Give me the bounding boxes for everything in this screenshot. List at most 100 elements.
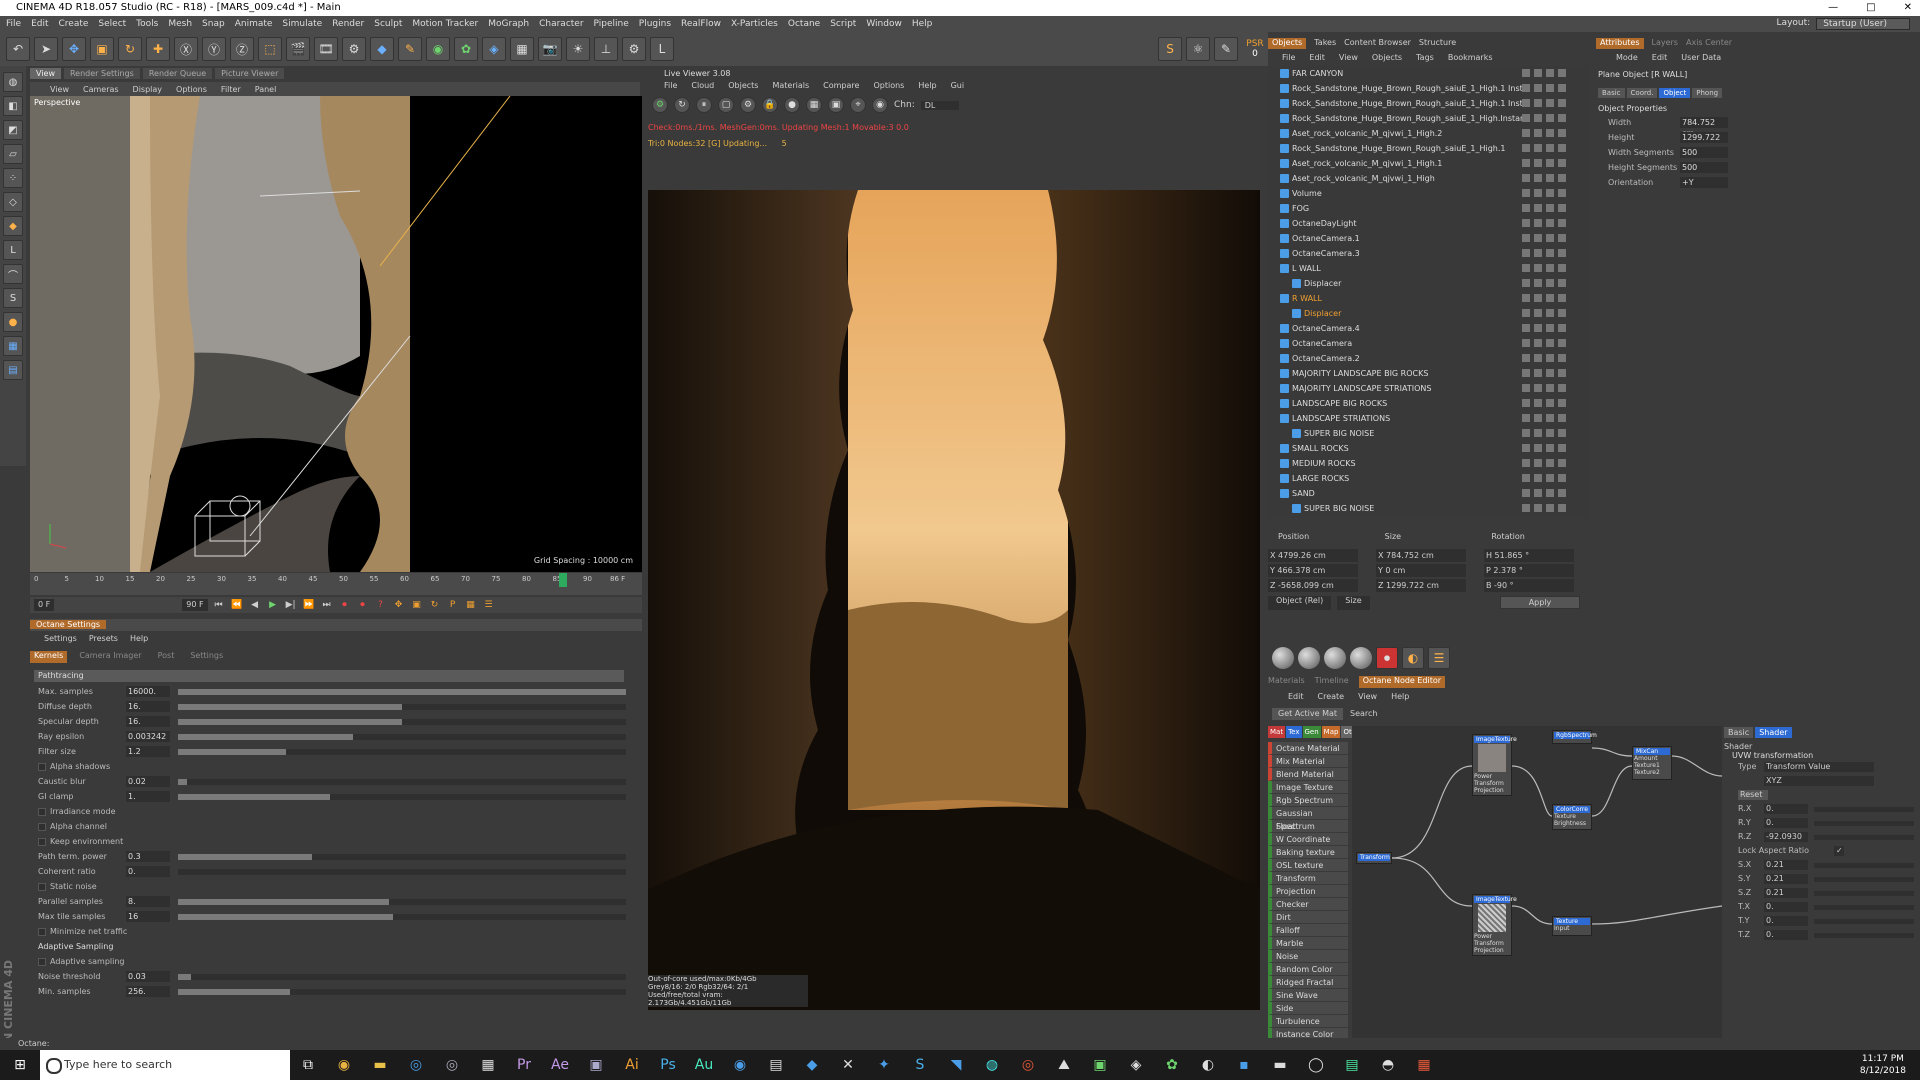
object-flag-icon[interactable]	[1546, 504, 1554, 512]
y-axis-icon[interactable]: Ⓨ	[202, 37, 226, 61]
setting-slider[interactable]	[178, 689, 626, 695]
start-frame-field[interactable]: 0 F	[34, 599, 55, 611]
object-flag-icon[interactable]	[1558, 309, 1566, 317]
tab-content-browser[interactable]: Content Browser	[1344, 38, 1411, 49]
material-ball-4[interactable]	[1350, 647, 1372, 669]
object-flag-icon[interactable]	[1522, 444, 1530, 452]
object-flag-icon[interactable]	[1534, 279, 1542, 287]
object-list-item[interactable]: R WALL	[1268, 291, 1588, 306]
node-category-tab[interactable]: Tex	[1286, 726, 1302, 738]
object-list-item[interactable]: Aset_rock_volcanic_M_qjvwi_1_High.1	[1268, 156, 1588, 171]
lock-workplane-icon[interactable]: L	[650, 37, 674, 61]
shader-tab-basic[interactable]: Basic	[1724, 727, 1754, 738]
setting-checkbox[interactable]	[38, 823, 46, 831]
node-type-item[interactable]: Image Texture	[1268, 781, 1348, 794]
object-list-item[interactable]: L WALL	[1268, 261, 1588, 276]
object-list-item[interactable]: Volume	[1268, 186, 1588, 201]
lock-aspect-checkbox[interactable]: ✓	[1834, 846, 1844, 856]
object-flag-icon[interactable]	[1546, 219, 1554, 227]
model-mode-icon[interactable]: ◧	[3, 96, 23, 116]
play-icon[interactable]: ▶	[266, 599, 280, 611]
graph-node[interactable]: ImageTexture Power Transform Projection	[1472, 894, 1517, 956]
undo-icon[interactable]: ↶	[6, 37, 30, 61]
object-flag-icon[interactable]	[1558, 174, 1566, 182]
app-icon-20[interactable]: ▦	[1406, 1050, 1442, 1080]
shader-value-slider[interactable]	[1814, 821, 1914, 826]
channel-dropdown[interactable]: DL	[920, 100, 960, 110]
setting-value-field[interactable]: 0.3	[126, 851, 170, 862]
app-icon-7[interactable]: ◥	[938, 1050, 974, 1080]
coordinate-mode-dropdown[interactable]: Object (Rel)	[1268, 596, 1332, 610]
lv-menu-file[interactable]: File	[664, 81, 677, 93]
object-flag-icon[interactable]	[1522, 204, 1530, 212]
get-active-mat-button[interactable]: Get Active Mat	[1272, 708, 1344, 720]
shader-value-field[interactable]: 0.	[1764, 804, 1808, 814]
object-list-item[interactable]: SMALL ROCKS	[1268, 441, 1588, 456]
object-flag-icon[interactable]	[1546, 474, 1554, 482]
graph-node[interactable]: Transform	[1356, 852, 1392, 864]
graph-node[interactable]: Texture Input	[1552, 916, 1592, 936]
tab-axis-center[interactable]: Axis Center	[1686, 38, 1732, 49]
go-to-start-icon[interactable]: ⏮	[212, 599, 226, 611]
object-flag-icon[interactable]	[1534, 444, 1542, 452]
menu-x-particles[interactable]: X-Particles	[731, 19, 778, 29]
object-flag-icon[interactable]	[1534, 174, 1542, 182]
menu-simulate[interactable]: Simulate	[282, 19, 322, 29]
node-type-item[interactable]: Noise	[1268, 950, 1348, 963]
object-list-item[interactable]: Displacer	[1268, 306, 1588, 321]
object-flag-icon[interactable]	[1558, 324, 1566, 332]
material-list-icon[interactable]: ☰	[1428, 647, 1450, 669]
lv-menu-cloud[interactable]: Cloud	[691, 81, 714, 93]
object-flag-icon[interactable]	[1546, 339, 1554, 347]
object-flag-icon[interactable]	[1534, 84, 1542, 92]
menu-realflow[interactable]: RealFlow	[681, 19, 721, 29]
app-icon-5[interactable]: ◆	[794, 1050, 830, 1080]
shader-value-field[interactable]: 0.	[1764, 930, 1808, 940]
sculpt-icon[interactable]: ●	[3, 312, 23, 332]
setting-value-field[interactable]: 1.2	[126, 746, 170, 757]
tab-camera-imager[interactable]: Camera Imager	[75, 651, 145, 663]
object-flag-icon[interactable]	[1546, 444, 1554, 452]
object-flag-icon[interactable]	[1522, 309, 1530, 317]
ne-menu-view[interactable]: View	[1358, 692, 1377, 704]
record-icon[interactable]: ⏺	[338, 599, 352, 611]
minimize-button[interactable]: —	[1828, 0, 1838, 16]
rotate-icon[interactable]: ↻	[118, 37, 142, 61]
octane-settings-icon[interactable]: ✎	[1214, 37, 1238, 61]
coordinate-field[interactable]: Z -5658.099 cm	[1268, 579, 1358, 592]
object-flag-icon[interactable]	[1546, 429, 1554, 437]
at-menu-edit[interactable]: Edit	[1652, 53, 1668, 65]
vp-menu-view[interactable]: View	[50, 85, 69, 94]
coordinate-field[interactable]: P 2.378 °	[1484, 564, 1574, 577]
object-flag-icon[interactable]	[1558, 474, 1566, 482]
deformer-icon[interactable]: ◈	[482, 37, 506, 61]
app-icon-3[interactable]: ◉	[722, 1050, 758, 1080]
object-flag-icon[interactable]	[1534, 204, 1542, 212]
subtab-coord[interactable]: Coord.	[1626, 88, 1658, 98]
app-icon-19[interactable]: ◓	[1370, 1050, 1406, 1080]
app-icon-13[interactable]: ✿	[1154, 1050, 1190, 1080]
app-icon-1[interactable]: ▦	[470, 1050, 506, 1080]
object-flag-icon[interactable]	[1546, 129, 1554, 137]
node-type-item[interactable]: Gaussian Spectrum	[1268, 807, 1348, 831]
render-view-icon[interactable]: 🎬	[286, 37, 310, 61]
object-flag-icon[interactable]	[1558, 159, 1566, 167]
app-icon-6[interactable]: ✦	[866, 1050, 902, 1080]
keyframe-selection-icon[interactable]: ?	[374, 599, 388, 611]
object-flag-icon[interactable]	[1558, 204, 1566, 212]
node-type-item[interactable]: Marble	[1268, 937, 1348, 950]
object-flag-icon[interactable]	[1546, 309, 1554, 317]
task-view-icon[interactable]: ⧉	[290, 1050, 326, 1080]
object-flag-icon[interactable]	[1558, 129, 1566, 137]
object-flag-icon[interactable]	[1558, 234, 1566, 242]
tab-render-settings[interactable]: Render Settings	[63, 68, 140, 79]
node-type-item[interactable]: Turbulence	[1268, 1015, 1348, 1028]
menu-sculpt[interactable]: Sculpt	[374, 19, 402, 29]
menu-render[interactable]: Render	[332, 19, 364, 29]
shader-value-field[interactable]: 0.21	[1764, 888, 1808, 898]
object-flag-icon[interactable]	[1522, 219, 1530, 227]
node-type-item[interactable]: Ridged Fractal	[1268, 976, 1348, 989]
subtab-basic[interactable]: Basic	[1598, 88, 1625, 98]
object-flag-icon[interactable]	[1558, 399, 1566, 407]
object-flag-icon[interactable]	[1534, 294, 1542, 302]
